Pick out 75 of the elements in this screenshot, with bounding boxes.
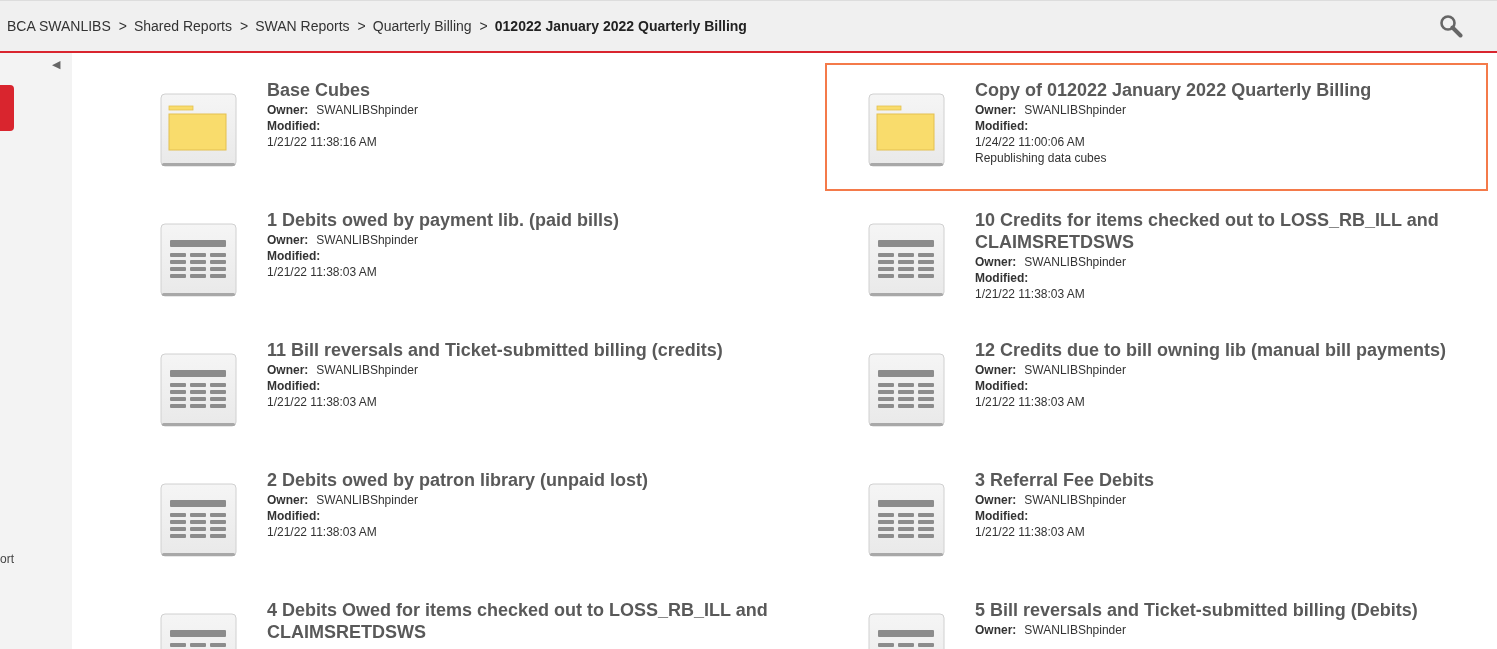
- file-item[interactable]: 12 Credits due to bill owning lib (manual bill payments) Owner: SWANLIBShpinder Modified: 1/21/22 11:38:03 AM: [825, 323, 1488, 451]
- file-item[interactable]: 2 Debits owed by patron library (unpaid lost) Owner: SWANLIBShpinder Modified: 1/21/22 11:38:03 AM: [117, 453, 780, 581]
- owner-name: SWANLIBShpinder: [316, 103, 418, 117]
- item-title[interactable]: 5 Bill reversals and Ticket-submitted billing (Debits): [975, 599, 1418, 621]
- breadcrumb-link[interactable]: Shared Reports: [133, 15, 232, 37]
- owner-label: Owner:: [267, 233, 309, 247]
- modified-date: 1/21/22 11:38:03 AM: [267, 265, 377, 279]
- item-title[interactable]: 10 Credits for items checked out to LOSS_RB_ILL and CLAIMSRETDSWS: [975, 209, 1480, 253]
- file-item[interactable]: 11 Bill reversals and Ticket-submitted billing (credits) Owner: SWANLIBShpinder Modified: 1/21/22 11:38:03 AM: [117, 323, 780, 451]
- item-title[interactable]: 11 Bill reversals and Ticket-submitted billing (credits): [267, 339, 723, 361]
- owner-name: SWANLIBShpinder: [1024, 103, 1126, 117]
- file-item[interactable]: 10 Credits for items checked out to LOSS_RB_ILL and CLAIMSRETDSWS Owner: SWANLIBShpinder Modified: 1/21/22 11:38:03 AM: [825, 193, 1488, 321]
- owner-name: SWANLIBShpinder: [316, 493, 418, 507]
- table-icon[interactable]: [868, 353, 945, 428]
- owner-name: SWANLIBShpinder: [316, 233, 418, 247]
- breadcrumb-link[interactable]: SWAN Reports: [255, 15, 350, 37]
- owner-name: SWANLIBShpinder: [316, 363, 418, 377]
- table-icon[interactable]: [868, 223, 945, 298]
- item-description: Republishing data cubes: [975, 151, 1107, 165]
- modified-date: 1/21/22 11:38:16 AM: [267, 135, 377, 149]
- folder-icon[interactable]: [160, 93, 237, 168]
- owner-name: SWANLIBShpinder: [1024, 255, 1126, 269]
- sidebar-label[interactable]: ort: [0, 550, 14, 568]
- breadcrumb-current: 012022 January 2022 Quarterly Billing: [494, 16, 747, 36]
- owner-label: Owner:: [267, 493, 309, 507]
- breadcrumb-separator: >: [357, 16, 366, 36]
- modified-label: Modified:: [267, 249, 321, 263]
- modified-date: 1/21/22 11:38:03 AM: [975, 395, 1085, 409]
- breadcrumb-link[interactable]: Quarterly Billing: [372, 15, 472, 37]
- file-item[interactable]: Base Cubes Owner: SWANLIBShpinder Modified: 1/21/22 11:38:16 AM: [117, 63, 780, 191]
- owner-name: SWANLIBShpinder: [1024, 623, 1126, 637]
- breadcrumb-separator: >: [240, 16, 249, 36]
- table-icon[interactable]: [160, 223, 237, 298]
- table-icon[interactable]: [160, 353, 237, 428]
- modified-label: Modified:: [975, 509, 1029, 523]
- item-title[interactable]: 12 Credits due to bill owning lib (manual bill payments): [975, 339, 1447, 361]
- file-item[interactable]: Copy of 012022 January 2022 Quarterly Billing Owner: SWANLIBShpinder Modified: 1/24/22 11:00:06 AM Republishing data cubes: [825, 63, 1488, 191]
- breadcrumb-separator: >: [479, 16, 488, 36]
- file-item[interactable]: 5 Bill reversals and Ticket-submitted billing (Debits) Owner: SWANLIBShpinder: [825, 583, 1488, 649]
- item-title[interactable]: Base Cubes: [267, 79, 418, 101]
- search-icon[interactable]: [1439, 14, 1463, 38]
- item-title[interactable]: 4 Debits Owed for items checked out to LOSS_RB_ILL and CLAIMSRETDSWS: [267, 599, 772, 643]
- modified-label: Modified:: [975, 271, 1029, 285]
- owner-label: Owner:: [975, 363, 1017, 377]
- modified-label: Modified:: [267, 509, 321, 523]
- collapse-arrow[interactable]: ◀: [52, 59, 60, 70]
- breadcrumb-separator: >: [118, 16, 127, 36]
- file-item[interactable]: 4 Debits Owed for items checked out to LOSS_RB_ILL and CLAIMSRETDSWS: [117, 583, 780, 649]
- modified-label: Modified:: [267, 379, 321, 393]
- owner-label: Owner:: [975, 493, 1017, 507]
- item-title[interactable]: Copy of 012022 January 2022 Quarterly Billing: [975, 79, 1372, 101]
- breadcrumb-link[interactable]: BCA SWANLIBS: [7, 15, 111, 37]
- modified-label: Modified:: [975, 119, 1029, 133]
- folder-icon[interactable]: [868, 93, 945, 168]
- modified-date: 1/21/22 11:38:03 AM: [975, 525, 1085, 539]
- modified-date: 1/21/22 11:38:03 AM: [975, 287, 1085, 301]
- item-title[interactable]: 3 Referral Fee Debits: [975, 469, 1155, 491]
- owner-name: SWANLIBShpinder: [1024, 493, 1126, 507]
- item-title[interactable]: 1 Debits owed by payment lib. (paid bills): [267, 209, 620, 231]
- modified-label: Modified:: [975, 379, 1029, 393]
- modified-date: 1/21/22 11:38:03 AM: [267, 525, 377, 539]
- owner-name: SWANLIBShpinder: [1024, 363, 1126, 377]
- modified-label: Modified:: [267, 119, 321, 133]
- table-icon[interactable]: [160, 483, 237, 558]
- file-item[interactable]: 1 Debits owed by payment lib. (paid bills) Owner: SWANLIBShpinder Modified: 1/21/22 11:38:03 AM: [117, 193, 780, 321]
- item-title[interactable]: 2 Debits owed by patron library (unpaid lost): [267, 469, 649, 491]
- file-item[interactable]: 3 Referral Fee Debits Owner: SWANLIBShpinder Modified: 1/21/22 11:38:03 AM: [825, 453, 1488, 581]
- owner-label: Owner:: [975, 623, 1017, 637]
- table-icon[interactable]: [868, 483, 945, 558]
- modified-date: 1/21/22 11:38:03 AM: [267, 395, 377, 409]
- owner-label: Owner:: [975, 103, 1017, 117]
- owner-label: Owner:: [267, 363, 309, 377]
- owner-label: Owner:: [975, 255, 1017, 269]
- modified-date: 1/24/22 11:00:06 AM: [975, 135, 1085, 149]
- owner-label: Owner:: [267, 103, 309, 117]
